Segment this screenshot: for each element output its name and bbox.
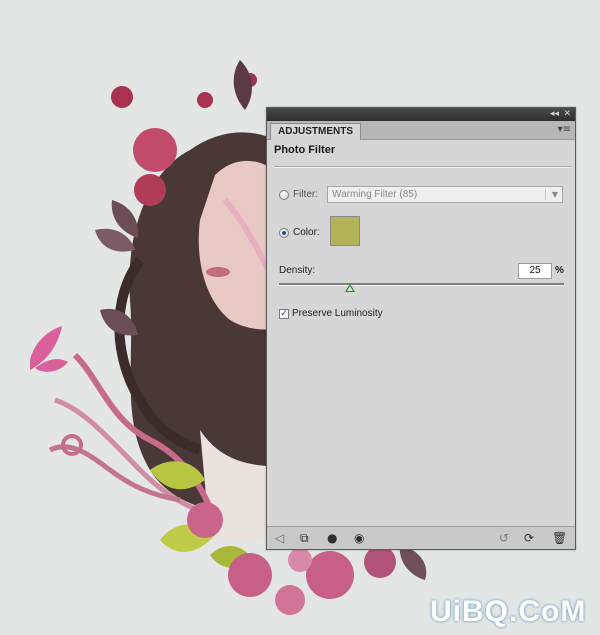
density-unit: %	[555, 265, 564, 276]
panel-titlebar[interactable]: ◂◂ ✕	[267, 108, 575, 121]
trash-icon[interactable]: 🗑	[552, 531, 567, 545]
color-radio[interactable]	[279, 228, 289, 238]
filter-label: Filter:	[293, 189, 318, 200]
rose-side	[134, 174, 166, 206]
title-divider	[274, 166, 571, 168]
hydrangea-2	[228, 553, 272, 597]
chevron-down-icon[interactable]: ▼	[552, 188, 558, 202]
filter-dropdown[interactable]: Warming Filter (85) ▼	[327, 186, 563, 203]
hydrangea-6	[288, 548, 312, 572]
adjustments-panel: ◂◂ ✕ ADJUSTMENTS ▾≡ Photo Filter Filter:…	[266, 107, 576, 550]
hydrangea-3	[275, 585, 305, 615]
view-previous-icon[interactable]: ◉	[354, 531, 364, 545]
clip-to-layer-icon[interactable]: ⧉	[300, 531, 309, 545]
panel-bottombar: ◁ ⧉ ● ◉ ↺ ⟳ 🗑	[267, 526, 575, 549]
panel-menu-icon[interactable]: ▾≡	[558, 124, 571, 136]
dropdown-separator	[545, 189, 546, 200]
hydrangea-5	[364, 546, 396, 578]
filter-radio[interactable]	[279, 190, 289, 200]
watermark: UiBQ.CoM	[430, 595, 587, 628]
lips-shape	[206, 267, 230, 277]
hydrangea-1	[187, 502, 223, 538]
layer-visibility-icon[interactable]: ●	[327, 531, 337, 545]
density-label: Density:	[279, 265, 316, 276]
preserve-luminosity-checkbox[interactable]: ✓	[279, 309, 289, 319]
color-label: Color:	[293, 227, 320, 238]
rose-bud	[197, 92, 213, 108]
panel-tabstrip: ADJUSTMENTS ▾≡	[267, 121, 575, 140]
rose-top	[133, 128, 177, 172]
close-icon[interactable]: ✕	[563, 109, 571, 120]
preserve-luminosity-label: Preserve Luminosity	[292, 308, 383, 319]
collapse-icon[interactable]: ◂◂	[550, 109, 559, 120]
tab-adjustments[interactable]: ADJUSTMENTS	[270, 123, 362, 140]
reset-icon[interactable]: ⟳	[524, 531, 534, 545]
density-input[interactable]: 25	[518, 263, 552, 279]
back-arrow-icon[interactable]: ◁	[275, 531, 284, 545]
leaf-bottom-dark	[399, 545, 427, 580]
hydrangea-4	[306, 551, 354, 599]
density-slider-track[interactable]	[279, 283, 564, 286]
panel-title: Photo Filter	[274, 144, 336, 156]
leaf-dark-1	[233, 60, 252, 110]
filter-dropdown-value: Warming Filter (85)	[332, 189, 418, 200]
color-swatch[interactable]	[330, 216, 360, 246]
rose-top-left	[111, 86, 133, 108]
density-slider-thumb[interactable]	[345, 284, 356, 292]
butterfly-shape	[30, 326, 68, 372]
previous-state-icon[interactable]: ↺	[499, 531, 509, 545]
